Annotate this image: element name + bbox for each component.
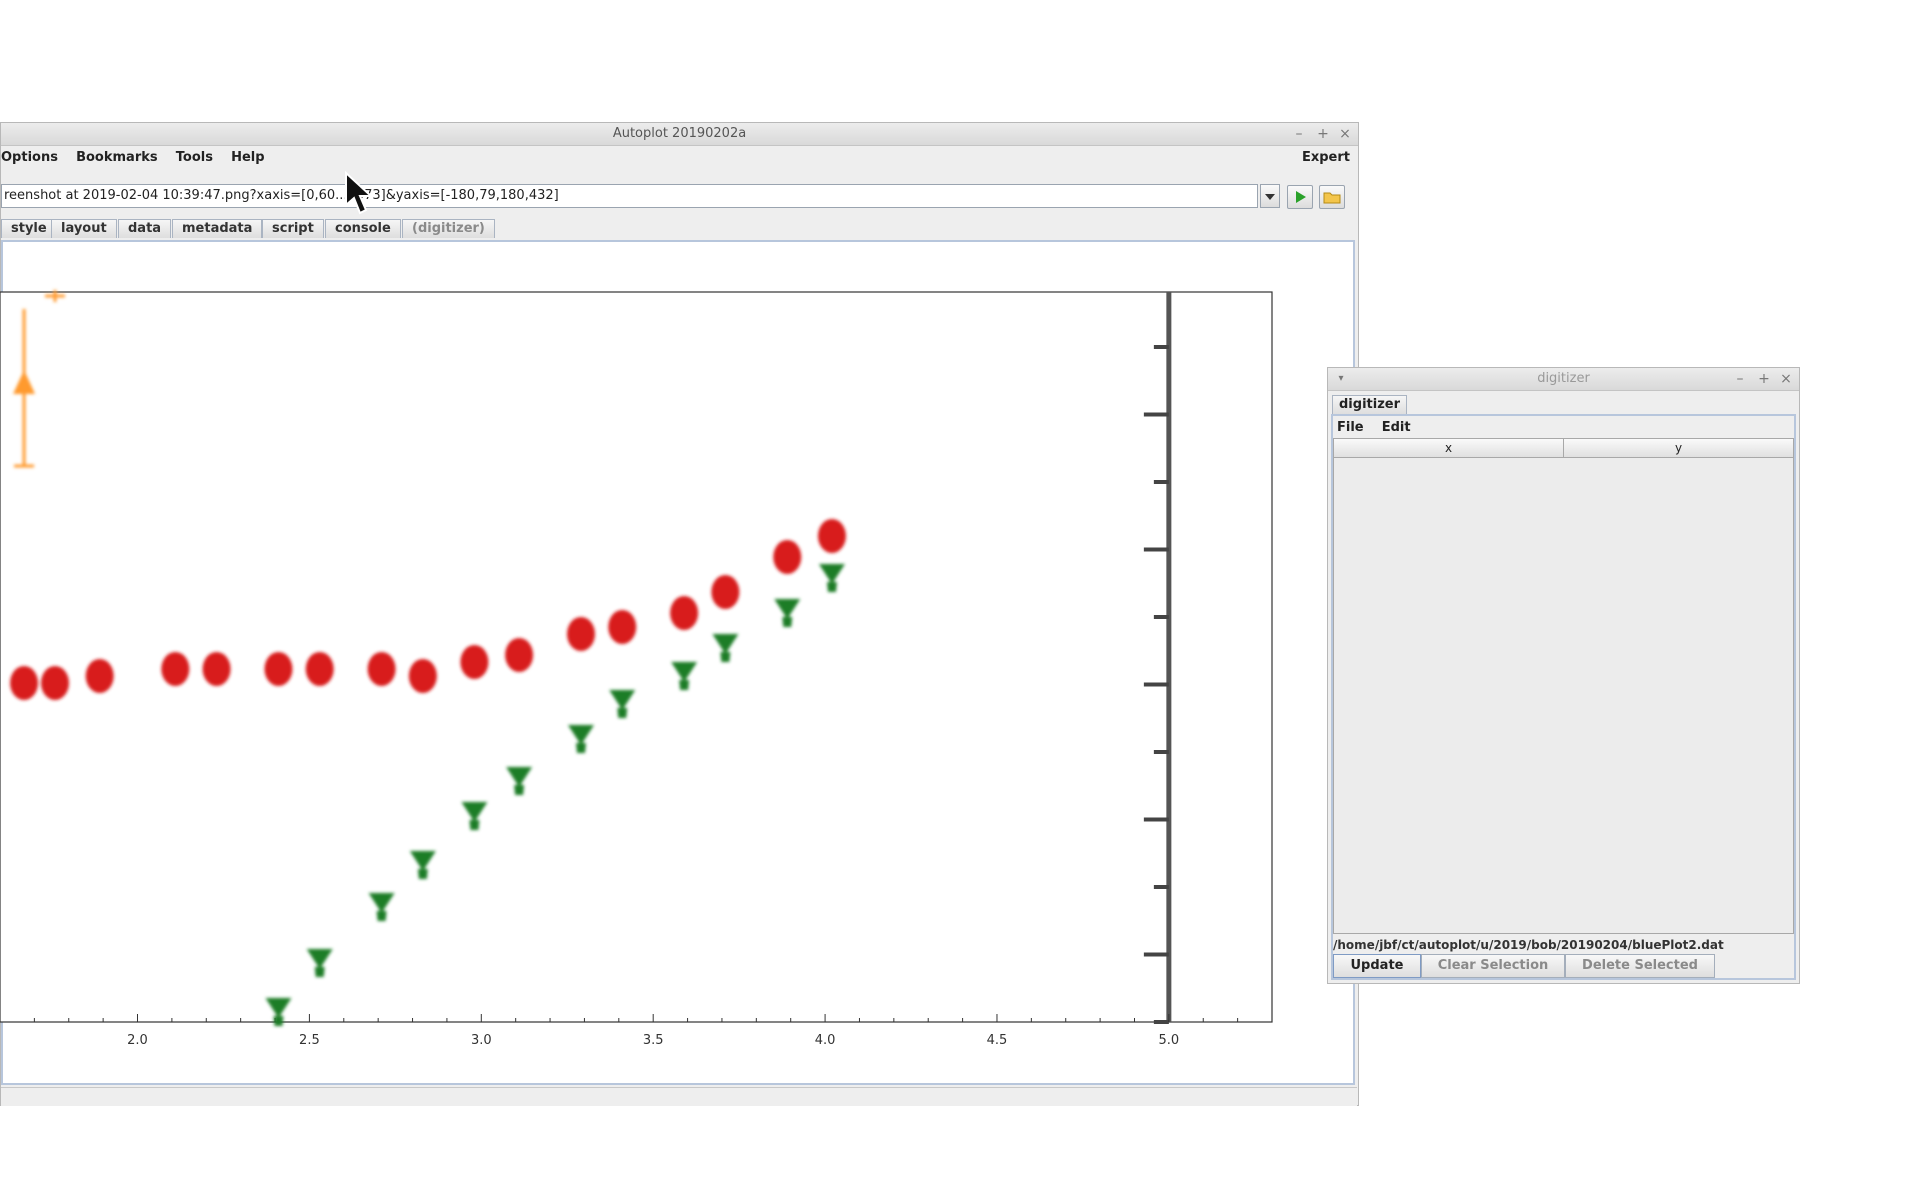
digitizer-button-row: Update Clear Selection Delete Selected — [1333, 954, 1794, 978]
red-circle-point — [41, 666, 70, 700]
red-circle-point — [505, 638, 534, 672]
menu-bar: Options Bookmarks Tools Help — [1, 147, 1201, 169]
tab-script[interactable]: script — [262, 219, 324, 238]
column-header-x[interactable]: x — [1334, 439, 1564, 458]
red-circle-point — [817, 519, 846, 553]
x-tick-label: 4.5 — [987, 1033, 1008, 1048]
delete-selected-button[interactable]: Delete Selected — [1565, 954, 1715, 978]
tab-data[interactable]: data — [118, 219, 172, 238]
red-circle-point — [460, 645, 489, 679]
x-tick-label: 3.5 — [643, 1033, 664, 1048]
red-circle-point — [264, 652, 293, 686]
red-circle-point — [670, 596, 699, 630]
digitizer-table[interactable]: x y — [1333, 438, 1794, 934]
x-tick-label: 3.0 — [471, 1033, 492, 1048]
chevron-down-icon — [1265, 194, 1275, 200]
red-circle-point — [161, 652, 190, 686]
uri-dropdown-button[interactable] — [1260, 184, 1280, 208]
tab-bar: style layout data metadata script consol… — [1, 219, 1360, 239]
column-header-y[interactable]: y — [1564, 439, 1793, 458]
clear-selection-button[interactable]: Clear Selection — [1421, 954, 1565, 978]
scatter-plot[interactable]: 2.0 2.5 3.0 3.5 4.0 4.5 5.0 — [0, 280, 1275, 1060]
red-circle-point — [773, 540, 802, 574]
minimize-icon[interactable]: – — [1288, 123, 1310, 145]
tab-metadata[interactable]: metadata — [172, 219, 263, 238]
digitizer-maximize-icon[interactable]: + — [1753, 368, 1775, 390]
menu-options[interactable]: Options — [1, 147, 58, 169]
menu-help[interactable]: Help — [231, 147, 264, 169]
uri-text: reenshot at 2019-02-04 10:39:47.png?xaxi… — [4, 188, 559, 203]
x-tick-label: 2.5 — [299, 1033, 320, 1048]
red-circle-point — [566, 617, 595, 651]
browse-button[interactable] — [1319, 185, 1345, 209]
x-tick-label: 5.0 — [1159, 1033, 1180, 1048]
digitizer-menu-icon[interactable]: ▾ — [1330, 368, 1352, 390]
update-button[interactable]: Update — [1333, 954, 1421, 978]
digitizer-content: File Edit x y /home/jbf/ct/autoplot/u/20… — [1331, 414, 1796, 980]
red-circle-point — [202, 652, 231, 686]
digitizer-minimize-icon[interactable]: – — [1729, 368, 1751, 390]
x-tick-label: 4.0 — [815, 1033, 836, 1048]
red-circle-point — [608, 610, 637, 644]
red-circle-point — [367, 652, 396, 686]
red-circle-point — [10, 666, 39, 700]
menu-tools[interactable]: Tools — [176, 147, 213, 169]
file-path-label: /home/jbf/ct/autoplot/u/2019/bob/2019020… — [1333, 938, 1724, 952]
expert-menu[interactable]: Expert — [1302, 147, 1350, 169]
red-circle-point — [408, 659, 437, 693]
digitizer-menu-file[interactable]: File — [1337, 418, 1364, 438]
digitizer-close-icon[interactable]: × — [1775, 368, 1797, 390]
uri-field[interactable]: reenshot at 2019-02-04 10:39:47.png?xaxi… — [1, 184, 1258, 208]
tab-layout[interactable]: layout — [51, 219, 117, 238]
tab-style[interactable]: style — [1, 219, 57, 238]
red-circle-point — [711, 575, 740, 609]
plot-frame — [0, 291, 1273, 1023]
folder-icon — [1323, 192, 1341, 204]
go-button[interactable] — [1287, 185, 1313, 209]
main-title-bar[interactable]: Autoplot 20190202a — [1, 123, 1358, 146]
menu-bookmarks[interactable]: Bookmarks — [76, 147, 158, 169]
digitizer-menu-bar: File Edit — [1337, 418, 1425, 438]
digitizer-tab[interactable]: digitizer — [1332, 395, 1407, 414]
close-icon[interactable]: × — [1334, 123, 1356, 145]
red-circle-point — [305, 652, 334, 686]
digitizer-title: digitizer — [1537, 371, 1590, 386]
tab-digitizer[interactable]: (digitizer) — [402, 219, 495, 238]
maximize-icon[interactable]: + — [1312, 123, 1334, 145]
tab-console[interactable]: console — [325, 219, 401, 238]
digitizer-menu-edit[interactable]: Edit — [1382, 418, 1411, 438]
mouse-cursor-icon — [345, 171, 374, 215]
window-title: Autoplot 20190202a — [612, 126, 747, 141]
red-circle-point — [85, 659, 114, 693]
status-bar — [1, 1087, 1357, 1106]
digitizer-window: digitizer ▾ – + × digitizer File Edit x … — [1327, 367, 1800, 984]
x-tick-label: 2.0 — [127, 1033, 148, 1048]
play-icon — [1296, 191, 1306, 203]
